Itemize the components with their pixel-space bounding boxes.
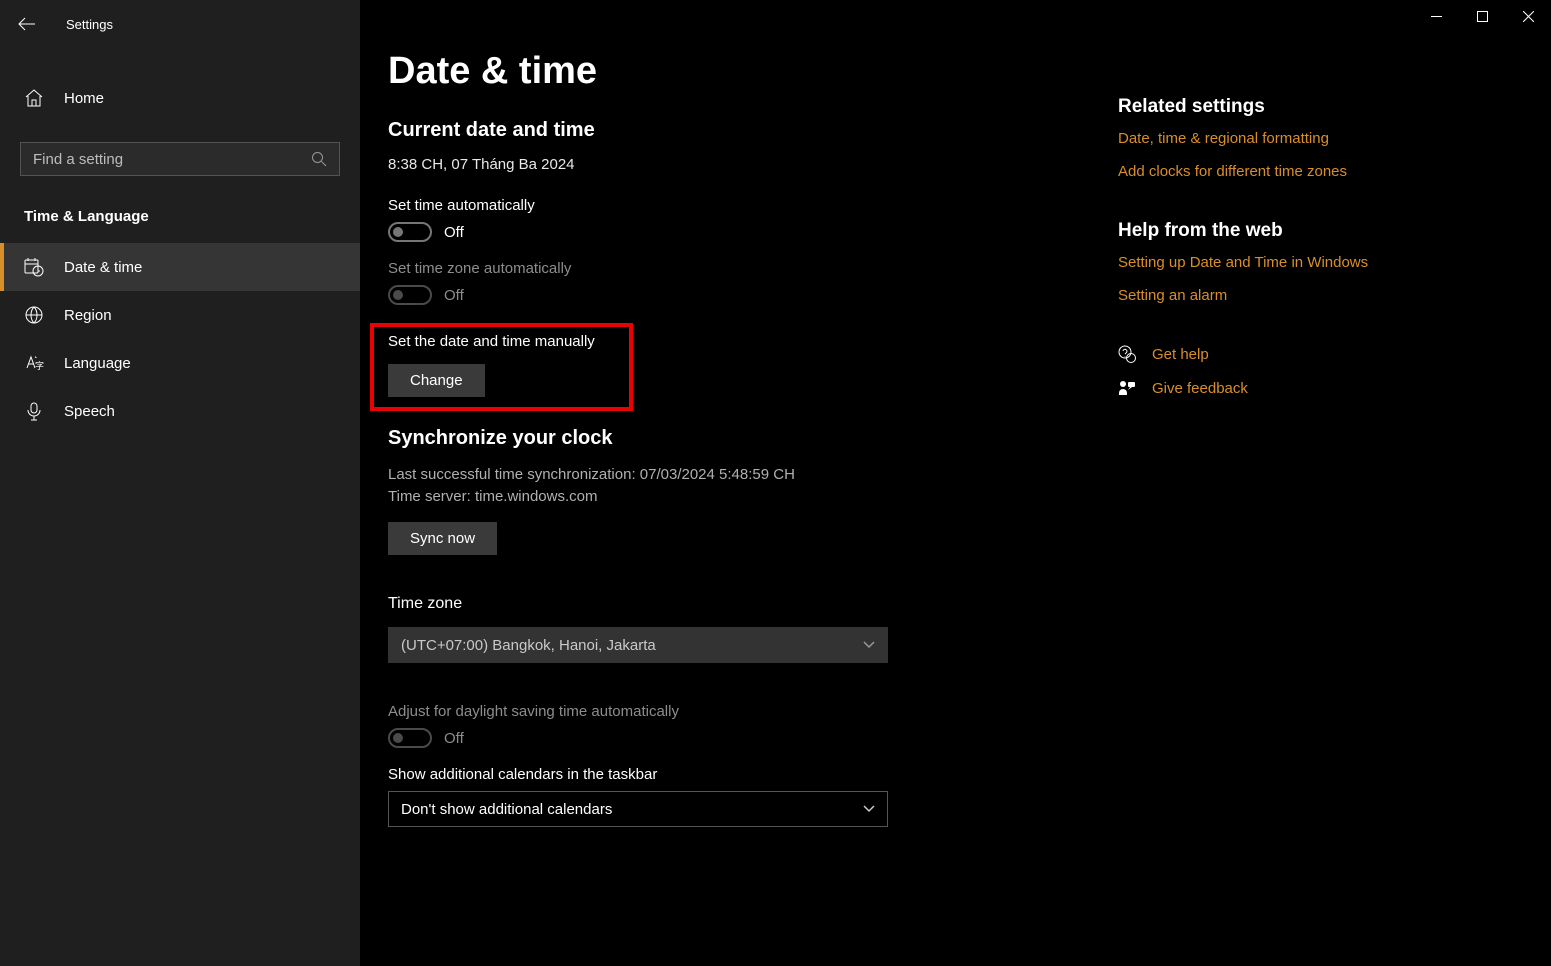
set-manual-label: Set the date and time manually <box>388 333 619 350</box>
sidebar-item-speech[interactable]: Speech <box>0 387 360 435</box>
window-controls <box>1413 0 1551 32</box>
change-button[interactable]: Change <box>388 364 485 397</box>
chevron-down-icon <box>863 641 875 649</box>
additional-cal-dropdown[interactable]: Don't show additional calendars <box>388 791 888 827</box>
sync-server: Time server: time.windows.com <box>388 486 1098 508</box>
sidebar-item-label: Region <box>64 307 112 324</box>
link-give-feedback[interactable]: Give feedback <box>1152 380 1248 397</box>
search-input[interactable] <box>33 151 309 168</box>
related-settings-heading: Related settings <box>1118 96 1428 118</box>
search-input-container[interactable] <box>20 142 340 176</box>
calendar-clock-icon <box>24 257 44 277</box>
sync-last: Last successful time synchronization: 07… <box>388 464 1098 486</box>
dst-toggle <box>388 728 432 748</box>
timezone-dropdown[interactable]: (UTC+07:00) Bangkok, Hanoi, Jakarta <box>388 627 888 663</box>
current-datetime-heading: Current date and time <box>388 119 1098 142</box>
set-time-auto-toggle[interactable] <box>388 222 432 242</box>
microphone-icon <box>24 401 44 421</box>
current-datetime-value: 8:38 CH, 07 Tháng Ba 2024 <box>388 156 1098 173</box>
manual-set-highlight: Set the date and time manually Change <box>370 323 633 411</box>
help-icon <box>1118 344 1136 364</box>
sidebar-item-label: Date & time <box>64 259 142 276</box>
chevron-down-icon <box>863 805 875 813</box>
dst-label: Adjust for daylight saving time automati… <box>388 703 1098 720</box>
sidebar-item-label: Speech <box>64 403 115 420</box>
sync-heading: Synchronize your clock <box>388 427 1098 450</box>
search-icon <box>309 149 329 169</box>
help-heading: Help from the web <box>1118 220 1428 242</box>
main-area: Date & time Current date and time 8:38 C… <box>360 0 1551 966</box>
sidebar: Settings Home Time & Language Date & tim… <box>0 0 360 966</box>
close-button[interactable] <box>1505 0 1551 32</box>
sidebar-item-language[interactable]: 字 Language <box>0 339 360 387</box>
additional-cal-value: Don't show additional calendars <box>401 801 612 818</box>
feedback-icon <box>1118 378 1136 398</box>
sidebar-home[interactable]: Home <box>0 74 360 122</box>
set-time-auto-state: Off <box>444 224 464 241</box>
language-icon: 字 <box>24 353 44 373</box>
set-tz-auto-toggle <box>388 285 432 305</box>
set-tz-auto-label: Set time zone automatically <box>388 260 1098 277</box>
page-title: Date & time <box>388 50 1098 93</box>
sidebar-item-label: Language <box>64 355 131 372</box>
dst-state: Off <box>444 730 464 747</box>
maximize-button[interactable] <box>1459 0 1505 32</box>
link-help-alarm[interactable]: Setting an alarm <box>1118 287 1428 304</box>
set-tz-auto-state: Off <box>444 287 464 304</box>
titlebar: Settings <box>0 6 360 48</box>
link-add-clocks[interactable]: Add clocks for different time zones <box>1118 163 1428 180</box>
link-get-help[interactable]: Get help <box>1152 346 1209 363</box>
set-time-auto-label: Set time automatically <box>388 197 1098 214</box>
sidebar-item-region[interactable]: Region <box>0 291 360 339</box>
additional-cal-label: Show additional calendars in the taskbar <box>388 766 1098 783</box>
link-help-setup-datetime[interactable]: Setting up Date and Time in Windows <box>1118 254 1428 271</box>
back-icon[interactable] <box>18 14 38 34</box>
svg-text:字: 字 <box>35 360 44 371</box>
timezone-heading: Time zone <box>388 595 1098 613</box>
timezone-value: (UTC+07:00) Bangkok, Hanoi, Jakarta <box>401 637 656 654</box>
category-label: Time & Language <box>0 190 360 243</box>
sidebar-item-date-time[interactable]: Date & time <box>0 243 360 291</box>
globe-icon <box>24 305 44 325</box>
link-date-time-regional[interactable]: Date, time & regional formatting <box>1118 130 1428 147</box>
sync-now-button[interactable]: Sync now <box>388 522 497 555</box>
home-label: Home <box>64 90 104 107</box>
home-icon <box>24 88 44 108</box>
minimize-button[interactable] <box>1413 0 1459 32</box>
window-title: Settings <box>66 17 113 32</box>
